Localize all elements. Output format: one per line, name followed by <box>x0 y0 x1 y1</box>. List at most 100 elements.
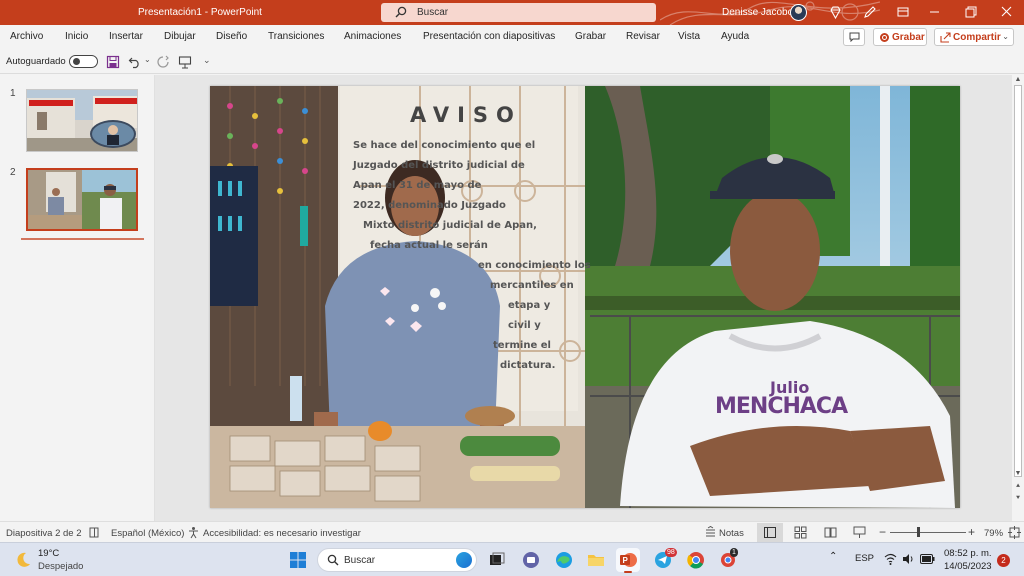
save-icon[interactable] <box>106 55 120 69</box>
previous-slide-icon[interactable]: ⯅ <box>1014 483 1022 491</box>
zoom-in-icon[interactable]: + <box>968 525 975 539</box>
zoom-slider-handle[interactable] <box>917 527 920 537</box>
sign-line-10: civil y <box>508 320 541 331</box>
slide-2[interactable]: AVISO Se hace del conocimiento que el Ju… <box>210 86 960 508</box>
weather-description[interactable]: Despejado <box>38 561 83 572</box>
tab-animaciones[interactable]: Animaciones <box>344 31 401 42</box>
taskbar-search[interactable]: Buscar <box>317 548 477 572</box>
minimize-icon[interactable] <box>926 3 944 21</box>
notes-button[interactable]: Notas <box>719 528 744 539</box>
volume-icon[interactable] <box>902 553 915 565</box>
search-icon <box>395 6 407 18</box>
language-indicator[interactable]: Español (México) <box>111 528 184 539</box>
edge-icon[interactable] <box>552 548 576 572</box>
share-icon <box>940 32 951 43</box>
close-icon[interactable] <box>998 3 1016 21</box>
clock-time[interactable]: 08:52 p. m. <box>944 548 992 559</box>
slide-thumbnail-1[interactable] <box>26 89 138 152</box>
tab-ayuda[interactable]: Ayuda <box>721 31 749 42</box>
title-search-placeholder: Buscar <box>417 7 449 18</box>
slide-2-preview <box>28 170 136 229</box>
title-search-box[interactable]: Buscar <box>381 3 656 22</box>
sign-line-3: Apan el 31 de mayo de <box>353 180 482 191</box>
clock-date[interactable]: 14/05/2023 <box>944 561 992 572</box>
document-title: Presentación1 - PowerPoint <box>138 7 262 18</box>
normal-view-icon <box>764 527 776 538</box>
diamond-icon[interactable] <box>828 5 843 20</box>
tab-insertar[interactable]: Insertar <box>109 31 143 42</box>
share-label: Compartir <box>953 32 1001 43</box>
moon-icon[interactable] <box>14 551 32 569</box>
show-hidden-icons-icon[interactable]: ⌃ <box>829 551 837 562</box>
avatar[interactable] <box>790 4 807 21</box>
tab-dibujar[interactable]: Dibujar <box>164 31 196 42</box>
scrollbar-thumb[interactable] <box>1014 85 1022 477</box>
restore-icon[interactable] <box>962 3 980 21</box>
comments-button[interactable] <box>843 28 865 46</box>
reading-view-icon[interactable] <box>824 526 837 539</box>
spellcheck-icon[interactable] <box>88 526 101 539</box>
ribbon-tabs: Archivo Inicio Insertar Dibujar Diseño T… <box>0 25 1024 50</box>
taskbar-chrome-profile[interactable]: 1 <box>716 548 740 572</box>
zoom-slider[interactable] <box>890 532 966 533</box>
slide-sorter-icon[interactable] <box>794 526 807 539</box>
next-slide-icon[interactable]: ⯆ <box>1014 495 1022 503</box>
zoom-out-icon[interactable]: − <box>879 525 886 539</box>
weather-temperature[interactable]: 19°C <box>38 548 59 559</box>
accessibility-icon[interactable] <box>187 526 200 539</box>
sign-title: AVISO <box>410 103 522 127</box>
slide-number-1: 1 <box>10 88 16 99</box>
task-view-icon[interactable] <box>485 548 509 572</box>
tab-diseno[interactable]: Diseño <box>216 31 247 42</box>
present-icon[interactable] <box>178 55 192 69</box>
windows-start-icon[interactable] <box>286 548 310 572</box>
scroll-down-icon[interactable]: ▼ <box>1014 470 1022 478</box>
undo-dropdown-icon[interactable]: ⌄ <box>144 55 151 64</box>
tab-vista[interactable]: Vista <box>678 31 700 42</box>
tab-archivo[interactable]: Archivo <box>10 31 43 42</box>
shirt-text-surname: MENCHACA <box>715 394 848 419</box>
fit-to-window-icon[interactable] <box>1008 526 1021 539</box>
wifi-icon[interactable] <box>884 553 897 565</box>
slide-number-2: 2 <box>10 167 16 178</box>
file-explorer-icon[interactable] <box>584 548 608 572</box>
taskbar-telegram[interactable]: 98 <box>651 548 677 572</box>
zoom-level[interactable]: 79% <box>984 528 1003 539</box>
slide-1-preview <box>27 90 137 151</box>
tab-presentacion[interactable]: Presentación con diapositivas <box>423 31 555 42</box>
redo-icon[interactable] <box>156 55 170 69</box>
tab-grabar[interactable]: Grabar <box>575 31 606 42</box>
sign-line-8: mercantiles en <box>490 280 574 291</box>
taskbar-powerpoint[interactable]: P <box>616 548 640 573</box>
share-button[interactable]: Compartir ⌄ <box>934 28 1014 46</box>
slide-thumbnail-2[interactable] <box>26 168 138 231</box>
undo-icon[interactable] <box>128 55 142 69</box>
telegram-badge: 98 <box>665 548 677 557</box>
chevron-down-icon[interactable]: ⌄ <box>1002 32 1009 41</box>
record-button[interactable]: Grabar <box>873 28 927 46</box>
tab-revisar[interactable]: Revisar <box>626 31 660 42</box>
normal-view-button[interactable] <box>757 523 783 542</box>
teams-chat-icon[interactable] <box>519 548 543 572</box>
autosave-toggle[interactable] <box>69 55 98 68</box>
pen-icon[interactable] <box>862 5 877 20</box>
scroll-up-icon[interactable]: ▲ <box>1014 76 1022 84</box>
customize-qat-icon[interactable]: ⌄ <box>203 55 211 66</box>
vertical-scrollbar[interactable]: ▲ ▼ ⯅ ⯆ <box>1012 75 1024 521</box>
notes-icon[interactable] <box>704 526 717 539</box>
battery-icon[interactable] <box>920 554 935 564</box>
accessibility-status[interactable]: Accesibilidad: es necesario investigar <box>203 528 361 539</box>
sign-line-7: en conocimiento los <box>478 260 591 271</box>
slideshow-icon[interactable] <box>853 526 866 539</box>
title-bar: Presentación1 - PowerPoint Buscar Deniss… <box>0 0 1024 25</box>
notification-badge[interactable]: 2 <box>997 554 1010 567</box>
user-name[interactable]: Denisse Jacobo <box>722 7 793 18</box>
tab-inicio[interactable]: Inicio <box>65 31 88 42</box>
ribbon-display-icon[interactable] <box>894 3 912 21</box>
comment-icon <box>849 32 860 42</box>
record-label: Grabar <box>892 32 925 43</box>
chrome-icon[interactable] <box>684 548 708 572</box>
input-language[interactable]: ESP <box>855 553 874 564</box>
sign-line-9: etapa y <box>508 300 551 311</box>
tab-transiciones[interactable]: Transiciones <box>268 31 324 42</box>
